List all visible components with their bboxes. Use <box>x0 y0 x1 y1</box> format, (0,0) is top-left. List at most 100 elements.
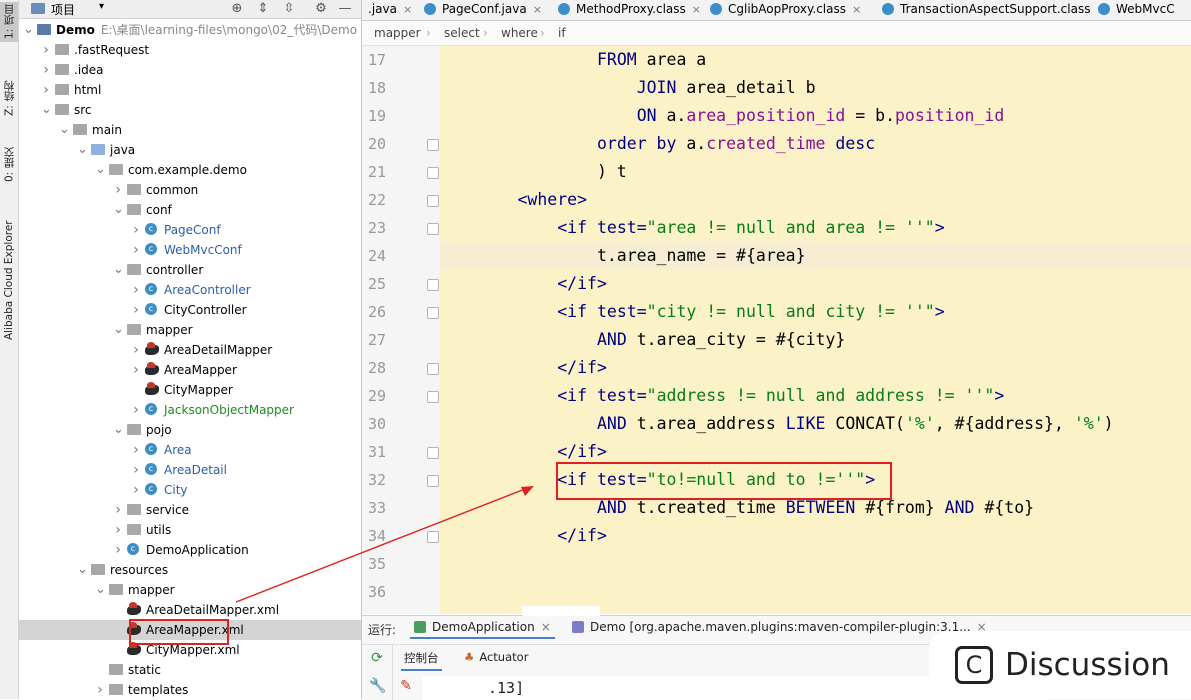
fold-marker-icon[interactable] <box>427 139 439 151</box>
close-icon[interactable]: × <box>533 3 542 16</box>
tree-item[interactable]: AreaDetailMapper.xml <box>19 600 361 620</box>
tree-item[interactable]: › c City <box>19 480 361 500</box>
tree-item[interactable]: › html <box>19 80 361 100</box>
minimize-icon[interactable]: — <box>337 1 353 17</box>
wrench-icon[interactable]: 🔧 <box>369 678 386 694</box>
chevron-down-icon[interactable]: ⌄ <box>77 560 88 580</box>
chevron-right-icon[interactable]: › <box>131 240 141 260</box>
clear-console-icon[interactable]: ✎ <box>398 678 414 694</box>
code-line[interactable]: ) t <box>440 158 627 186</box>
breadcrumb-item[interactable]: select <box>444 21 480 45</box>
editor-tab[interactable]: .java × <box>368 0 412 20</box>
chevron-right-icon[interactable]: › <box>113 540 123 560</box>
close-icon[interactable]: × <box>403 3 412 16</box>
expand-all-icon[interactable]: ⇕ <box>255 1 271 17</box>
code-editor[interactable]: FROM area a JOIN area_detail b ON a.area… <box>440 46 1191 614</box>
breadcrumb-item[interactable]: mapper <box>374 21 421 45</box>
tree-item[interactable]: › c Area <box>19 440 361 460</box>
chevron-right-icon[interactable]: › <box>113 180 123 200</box>
tree-item[interactable]: ⌄ mapper <box>19 320 361 340</box>
project-title[interactable]: 项目 <box>51 1 75 18</box>
chevron-down-icon[interactable]: ⌄ <box>23 20 34 40</box>
fold-marker-icon[interactable] <box>427 363 439 375</box>
tree-item[interactable]: ⌄ mapper <box>19 580 361 600</box>
code-line[interactable]: </if> <box>440 522 607 550</box>
chevron-right-icon[interactable]: › <box>113 520 123 540</box>
editor-tab[interactable]: PageConf.java × <box>424 0 542 20</box>
code-line[interactable]: <where> <box>440 186 587 214</box>
breadcrumb-item[interactable]: where <box>501 21 538 45</box>
tree-item[interactable]: static <box>19 660 361 680</box>
chevron-right-icon[interactable]: › <box>131 300 141 320</box>
chevron-right-icon[interactable]: › <box>131 360 141 380</box>
tree-item[interactable]: ⌄ Demo E:\桌面\learning-files\mongo\02_代码\De… <box>19 20 361 40</box>
editor-tab[interactable]: MethodProxy.class × <box>558 0 701 20</box>
fold-marker-icon[interactable] <box>427 279 439 291</box>
stripe-tab-3[interactable]: Alibaba Cloud Explorer <box>0 218 18 342</box>
chevron-right-icon[interactable]: › <box>131 280 141 300</box>
console-sub-tab[interactable]: ♣ Actuator <box>464 650 528 664</box>
tree-item[interactable]: › .fastRequest <box>19 40 361 60</box>
code-line[interactable]: t.area_name = #{area} <box>440 242 806 270</box>
tree-item[interactable]: › templates <box>19 680 361 699</box>
stripe-tab-1[interactable]: Z: 结构 <box>0 70 18 126</box>
chevron-down-icon[interactable]: ⌄ <box>59 120 70 140</box>
breadcrumb-item[interactable]: if <box>558 21 566 45</box>
tree-item[interactable]: › AreaMapper <box>19 360 361 380</box>
chevron-right-icon[interactable]: › <box>131 220 141 240</box>
chevron-right-icon[interactable]: › <box>131 440 141 460</box>
fold-marker-icon[interactable] <box>427 447 439 459</box>
code-line[interactable]: <if test="address != null and address !=… <box>440 382 1004 410</box>
tree-item[interactable]: ⌄ conf <box>19 200 361 220</box>
stripe-tab-0[interactable]: 1: 项目 <box>0 2 18 42</box>
chevron-down-icon[interactable]: ⌄ <box>113 320 124 340</box>
caret-down-icon[interactable]: ▾ <box>99 1 104 12</box>
tree-item[interactable]: › utils <box>19 520 361 540</box>
tree-item[interactable]: › c DemoApplication <box>19 540 361 560</box>
tree-item[interactable]: ⌄ resources <box>19 560 361 580</box>
chevron-down-icon[interactable]: ⌄ <box>113 420 124 440</box>
chevron-right-icon[interactable]: › <box>41 60 51 80</box>
fold-marker-icon[interactable] <box>427 475 439 487</box>
code-line[interactable]: order by a.created_time desc <box>440 130 875 158</box>
fold-marker-icon[interactable] <box>427 307 439 319</box>
code-line[interactable]: JOIN area_detail b <box>440 74 816 102</box>
chevron-right-icon[interactable]: › <box>131 460 141 480</box>
chevron-right-icon[interactable]: › <box>131 480 141 500</box>
code-line[interactable]: </if> <box>440 354 607 382</box>
fold-marker-icon[interactable] <box>427 223 439 235</box>
fold-marker-icon[interactable] <box>427 167 439 179</box>
chevron-down-icon[interactable]: ⌄ <box>95 160 106 180</box>
chevron-right-icon[interactable]: › <box>41 40 51 60</box>
tree-item[interactable]: › AreaDetailMapper <box>19 340 361 360</box>
chevron-right-icon[interactable]: › <box>131 340 141 360</box>
stripe-tab-2[interactable]: 0: 提交 <box>0 142 18 188</box>
fold-marker-icon[interactable] <box>427 391 439 403</box>
tree-item[interactable]: › c JacksonObjectMapper <box>19 400 361 420</box>
chevron-down-icon[interactable]: ⌄ <box>113 200 124 220</box>
editor-tab[interactable]: TransactionAspectSupport.class× <box>882 0 1106 20</box>
chevron-down-icon[interactable]: ⌄ <box>113 260 124 280</box>
tree-item[interactable]: › c AreaController <box>19 280 361 300</box>
gear-icon[interactable]: ⚙ <box>313 1 329 17</box>
tree-item[interactable]: › common <box>19 180 361 200</box>
console-sub-tab[interactable]: 控制台 <box>401 650 441 671</box>
tree-item[interactable]: › c WebMvcConf <box>19 240 361 260</box>
code-line[interactable]: FROM area a <box>440 46 706 74</box>
code-line[interactable]: AND t.area_city = #{city} <box>440 326 845 354</box>
code-line[interactable]: <if test="city != null and city != ''"> <box>440 298 944 326</box>
tree-item[interactable]: › service <box>19 500 361 520</box>
chevron-right-icon[interactable]: › <box>113 500 123 520</box>
code-line[interactable]: </if> <box>440 270 607 298</box>
tree-item[interactable]: › c PageConf <box>19 220 361 240</box>
chevron-right-icon[interactable]: › <box>95 680 105 699</box>
collapse-all-icon[interactable]: ⇳ <box>281 1 297 17</box>
run-tab[interactable]: DemoApplication × <box>410 620 555 639</box>
tree-item[interactable]: ⌄ src <box>19 100 361 120</box>
chevron-down-icon[interactable]: ⌄ <box>95 580 106 600</box>
close-icon[interactable]: × <box>692 3 701 16</box>
tree-item[interactable]: ⌄ controller <box>19 260 361 280</box>
code-line[interactable]: AND t.area_address LIKE CONCAT('%', #{ad… <box>440 410 1114 438</box>
editor-tab[interactable]: WebMvcC <box>1098 0 1175 20</box>
rerun-icon[interactable]: ⟳ <box>369 650 385 666</box>
